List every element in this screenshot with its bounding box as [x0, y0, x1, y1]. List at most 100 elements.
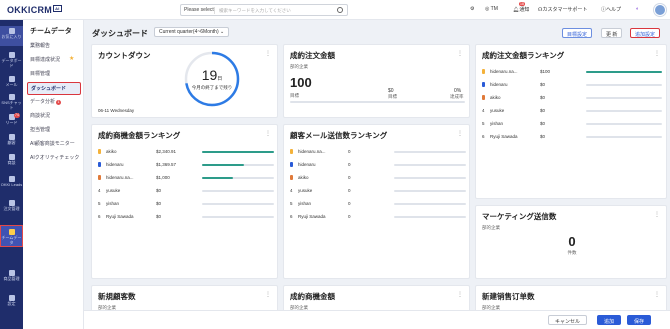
subnav-item-goal-status[interactable]: 目標達成状況 [30, 56, 60, 63]
rank-value: 0 [348, 162, 351, 167]
order-amount-label: 目標 [290, 93, 299, 98]
notice-badge: 18 [519, 2, 525, 6]
rank-name: yusuke [298, 188, 313, 193]
save-button[interactable]: 保存 [627, 315, 652, 325]
rank-bar [202, 177, 274, 179]
nav-item-lead[interactable]: リード 74 [0, 113, 23, 126]
more-icon[interactable]: ⋮ [654, 50, 660, 57]
countdown-caption: 今月の終了まで残り [191, 85, 233, 90]
rank-value: $0 [540, 134, 546, 139]
rank-bar [586, 136, 662, 138]
rank-row: akiko $2,340.91 [98, 149, 274, 155]
more-icon[interactable]: ⋮ [265, 291, 271, 298]
nav-item-mail[interactable]: メール [0, 76, 23, 88]
subnav-item-ai-quality[interactable]: AIクオリティチェック [30, 154, 79, 161]
rank-number: 5 [290, 201, 293, 206]
nav-item-sns[interactable]: SNSチャット [0, 94, 23, 110]
marketing-value: 0 [568, 234, 576, 249]
rank-row: 5 yishan $0 [98, 201, 274, 207]
rank-row: akiko $0 [482, 95, 662, 101]
nav-item-databoard[interactable]: データボード [0, 52, 23, 68]
more-icon[interactable]: ⋮ [457, 291, 463, 298]
logo[interactable]: OKKICRM AI [7, 5, 62, 15]
more-icon[interactable]: ⋮ [457, 130, 463, 137]
medal-icon [290, 149, 293, 154]
rank-bar-fill [586, 71, 662, 73]
order-rank-card: 成約注文金額ランキング ⋮ hidenaru.na... $100 hidenaru… [475, 44, 667, 199]
order-amount-card: 成約注文金額 ⋮ 部的企業 100 目標 $0 目標 0% 達成率 [283, 44, 470, 118]
rank-row: hidenaru $1,369.57 [98, 162, 274, 168]
nav-item-team-data[interactable]: チームデータ [0, 225, 23, 247]
nav-item-favorites[interactable]: お気に入り [0, 26, 23, 46]
subnav-item-owner[interactable]: 担当管理 [30, 126, 50, 133]
rank-value: 0 [348, 175, 351, 180]
rank-bar [202, 216, 274, 218]
more-icon[interactable]: ⋮ [265, 130, 271, 137]
rank-name: hidenaru.na... [490, 69, 518, 74]
rank-name: hidenaru [298, 162, 316, 167]
rank-number: 6 [290, 214, 293, 219]
nav-item-customer[interactable]: 顧客 [0, 134, 23, 146]
medal-icon [98, 175, 101, 180]
rank-name: yishan [298, 201, 312, 206]
help-button[interactable]: ⓘヘルプ [601, 6, 621, 13]
rank-name: hidenaru [106, 162, 124, 167]
analysis-badge: 1 [56, 100, 62, 105]
add-button[interactable]: 追加 [597, 315, 622, 325]
global-search[interactable]: Please select 検索キーワードを入力してください [180, 4, 348, 16]
avatar[interactable] [654, 4, 666, 16]
rank-value: $0 [156, 201, 162, 206]
rank-bar [394, 151, 466, 153]
ai-assistant-icon[interactable]: ◐ [636, 6, 639, 12]
rank-name: yusuke [106, 188, 121, 193]
subnav-item-goal-manage[interactable]: 目標管理 [30, 70, 50, 77]
rank-bar [586, 97, 662, 99]
rank-bar [202, 151, 274, 153]
search-scope-select[interactable]: Please select [184, 7, 214, 13]
notice-button[interactable]: 🔔︎通知 18 [513, 2, 529, 13]
rank-bar-fill [202, 177, 233, 179]
rank-row: 4 yusuke $0 [482, 108, 662, 114]
search-icon[interactable] [337, 7, 343, 13]
subnav-item-analysis[interactable]: データ分析 1 [30, 98, 62, 105]
period-select[interactable]: Current quarter(4~6Month) ⌄ [154, 27, 230, 37]
more-icon[interactable]: ⋮ [654, 211, 660, 218]
more-icon[interactable]: ⋮ [654, 291, 660, 298]
rank-bar [394, 164, 466, 166]
nav-item-settings[interactable]: 設定 [0, 295, 23, 307]
medal-icon [290, 162, 293, 167]
subnav-item-dashboard[interactable]: ダッシュボード [27, 82, 81, 95]
settings-icon[interactable]: ⚙ [470, 6, 474, 12]
nav-item-product[interactable]: 商品管理 [0, 270, 23, 282]
medal-icon [98, 162, 101, 167]
rank-bar [586, 110, 662, 112]
update-button[interactable]: 更 新 [601, 28, 623, 38]
more-icon[interactable]: ⋮ [265, 50, 271, 57]
rank-row: 4 yusuke 0 [290, 188, 466, 194]
rank-row: 6 Ryuji Sawada $0 [98, 214, 274, 220]
search-input[interactable]: 検索キーワードを入力してください [219, 8, 291, 14]
left-nav: お気に入り データボード メール SNSチャット リード 74 顧客 商談 OKK… [0, 20, 23, 329]
subnav-item-report[interactable]: 業務報告 [30, 42, 50, 49]
support-button[interactable]: ☊カスタマーサポート [538, 6, 587, 13]
rank-name: Ryuji Sawada [298, 214, 326, 219]
goal-setting-button[interactable]: 目標設定 [562, 28, 593, 38]
user-menu[interactable]: ◎ TM [485, 6, 498, 12]
card-subtitle: 部的企業 [290, 64, 308, 69]
subnav-item-deal-status[interactable]: 商談状況 [30, 112, 50, 119]
card-title: 成約注文金額ランキング [482, 51, 565, 60]
star-icon[interactable]: ★ [69, 55, 74, 62]
cancel-button[interactable]: キャンセル [548, 315, 588, 325]
nav-item-okki-leads[interactable]: OKKI Leads [0, 176, 23, 188]
rank-row: 5 yishan 0 [290, 201, 466, 207]
more-icon[interactable]: ⋮ [457, 50, 463, 57]
nav-item-deal[interactable]: 商談 [0, 154, 23, 166]
subnav-item-ai-monitor[interactable]: AI顧客商談モニター [30, 140, 75, 147]
card-title: 顧客メール送信数ランキング [290, 131, 388, 140]
add-setting-button[interactable]: 追加設定 [630, 28, 661, 38]
rank-number: 6 [98, 214, 101, 219]
rank-row: akiko 0 [290, 175, 466, 181]
rank-value: $0 [540, 108, 546, 113]
rank-bar [394, 203, 466, 205]
nav-item-order[interactable]: 注文管理 [0, 200, 23, 212]
